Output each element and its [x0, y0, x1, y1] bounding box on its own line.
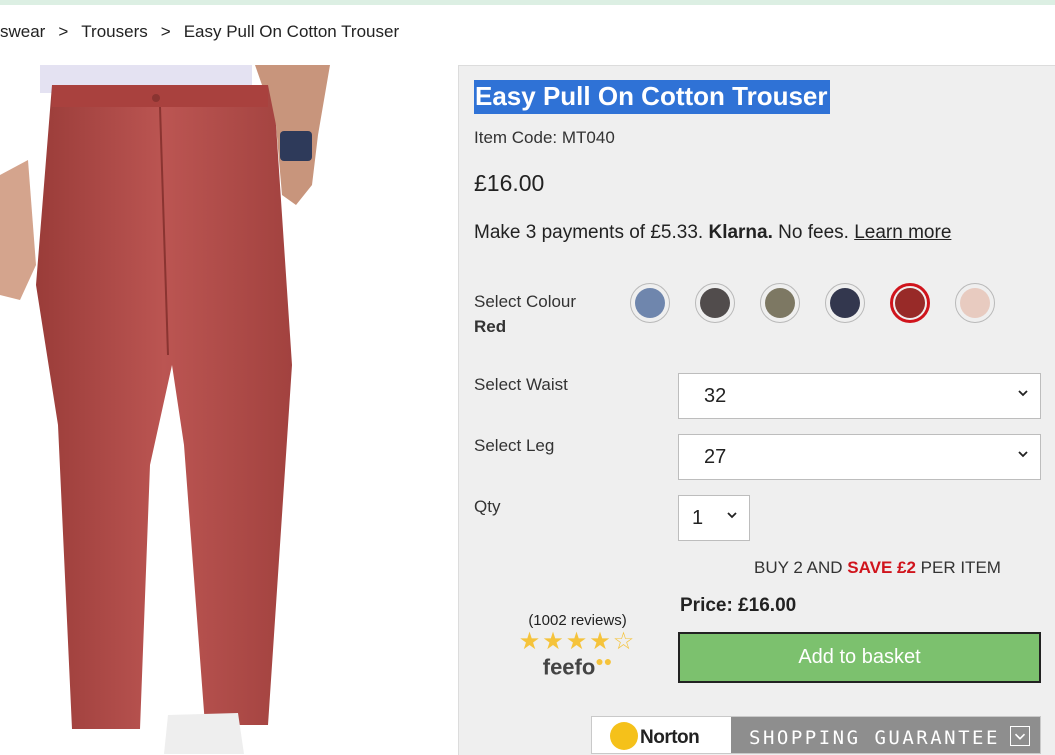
colour-swatch-red[interactable] [890, 283, 930, 323]
colour-swatch-pink[interactable] [955, 283, 995, 323]
guarantee-banner: SHOPPING GUARANTEE [731, 717, 1040, 753]
feefo-logo: feefo●● [542, 653, 613, 680]
product-title: Easy Pull On Cotton Trouser [474, 80, 830, 114]
breadcrumb-separator: > [58, 22, 69, 41]
star-rating: ★★★★☆ [505, 629, 650, 655]
star-outline-icon: ☆ [612, 628, 637, 655]
feefo-rating-widget[interactable]: (1002 reviews) ★★★★☆ feefo●● [505, 612, 650, 680]
colour-swatch-charcoal[interactable] [695, 283, 735, 323]
promo-save: SAVE £2 [847, 558, 916, 577]
star-icon: ★ [542, 628, 566, 655]
colour-swatch-navy[interactable] [825, 283, 865, 323]
colour-label: Select Colour [474, 292, 577, 311]
star-icon: ★ [589, 628, 613, 655]
norton-logo: Norton [592, 717, 731, 753]
item-code: Item Code: MT040 [474, 128, 615, 147]
leg-select[interactable]: 27 [678, 434, 1041, 480]
promo-prefix: BUY 2 AND [754, 558, 843, 577]
colour-swatch-olive[interactable] [760, 283, 800, 323]
chevron-down-icon [727, 512, 737, 519]
trouser-shape [36, 85, 292, 729]
promo-suffix: PER ITEM [920, 558, 1001, 577]
selected-colour: Red [474, 317, 507, 336]
colour-swatches [630, 283, 1020, 327]
colour-swatch-blue[interactable] [630, 283, 670, 323]
qty-select[interactable]: 1 [678, 495, 750, 541]
product-image[interactable] [0, 65, 440, 754]
waist-label: Select Waist [474, 375, 568, 394]
waist-select[interactable]: 32 [678, 373, 1041, 419]
leg-value: 27 [704, 446, 727, 468]
checkmark-icon [610, 722, 638, 750]
breadcrumb-item-trousers[interactable]: Trousers [81, 22, 147, 41]
qty-value: 1 [692, 507, 704, 529]
button-shape [152, 94, 160, 102]
star-icon: ★ [518, 628, 543, 655]
review-count: (1002 reviews) [528, 612, 627, 629]
shoe-shape [164, 713, 244, 754]
product-price: £16.00 [474, 170, 545, 196]
left-arm-shape [0, 160, 36, 300]
chevron-down-icon[interactable] [1010, 726, 1030, 746]
breadcrumb-item-current: Easy Pull On Cotton Trouser [183, 22, 400, 41]
klarna-prefix: Make 3 payments of £5.33. [474, 222, 704, 243]
watch-shape [280, 131, 312, 161]
waistband-shape [52, 85, 268, 107]
waist-value: 32 [704, 385, 727, 407]
klarna-message: Make 3 payments of £5.33. Klarna. No fee… [474, 222, 951, 244]
guarantee-text: SHOPPING GUARANTEE [749, 727, 1000, 749]
breadcrumb-separator: > [160, 22, 171, 41]
norton-brand: Norton [640, 727, 700, 748]
multibuy-promo: BUY 2 AND SAVE £2 PER ITEM [754, 558, 1001, 578]
norton-shopping-guarantee[interactable]: Norton SHOPPING GUARANTEE [591, 716, 1041, 754]
chevron-down-icon [1018, 451, 1028, 458]
klarna-learn-more-link[interactable]: Learn more [854, 222, 951, 243]
star-icon: ★ [565, 628, 590, 655]
leg-label: Select Leg [474, 436, 555, 455]
qty-label: Qty [474, 497, 501, 516]
klarna-middle: No fees. [778, 222, 849, 243]
top-accent-bar [0, 0, 1055, 5]
chevron-down-icon [1018, 390, 1028, 397]
breadcrumb-item-menswear[interactable]: swear [0, 22, 45, 41]
klarna-brand: Klarna. [708, 222, 773, 243]
add-to-basket-button[interactable]: Add to basket [678, 632, 1041, 683]
total-price: Price: £16.00 [680, 595, 797, 616]
breadcrumb: swear > Trousers > Easy Pull On Cotton Trous… [0, 22, 399, 42]
